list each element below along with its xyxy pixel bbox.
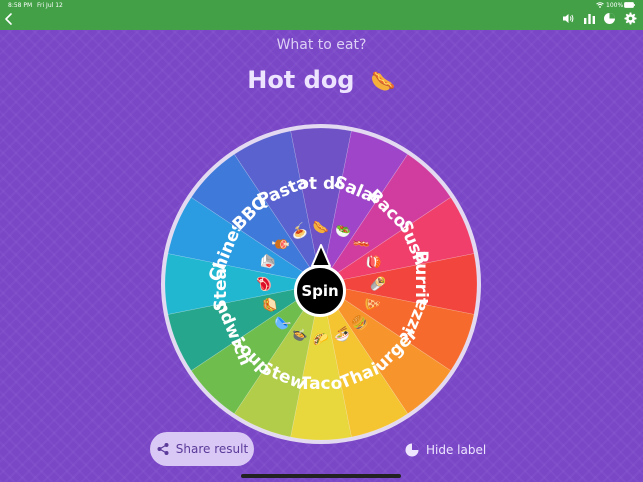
gear-icon[interactable] xyxy=(624,12,637,25)
battery-icon xyxy=(624,2,635,8)
wifi-icon xyxy=(596,2,604,8)
status-date: Fri Jul 12 xyxy=(37,2,63,9)
pie-chart-icon[interactable] xyxy=(603,12,616,25)
hide-label-button[interactable]: Hide label xyxy=(404,438,494,462)
wheel-segment-emoji: 🌭 xyxy=(313,220,329,236)
share-icon xyxy=(157,443,169,455)
battery-percent: 100% xyxy=(606,2,624,9)
top-app-bar: 8:58 PM Fri Jul 12 100% xyxy=(0,0,643,30)
speaker-icon[interactable] xyxy=(562,12,575,25)
bar-chart-icon[interactable] xyxy=(583,12,596,25)
wheel-segment-emoji: 🌯 xyxy=(370,276,386,292)
result-label: Hot dog xyxy=(247,66,355,94)
share-result-label: Share result xyxy=(175,442,249,456)
pie-chart-icon xyxy=(405,443,419,457)
wheel-segment-emoji: 🌮 xyxy=(313,332,329,348)
home-indicator xyxy=(241,474,401,478)
spin-label: Spin xyxy=(301,282,339,300)
wheel-title: What to eat? xyxy=(276,37,367,53)
result-display: Hot dog 🌭 xyxy=(0,66,643,94)
result-emoji: 🌭 xyxy=(370,69,396,93)
status-time: 8:58 PM xyxy=(8,2,33,9)
chevron-left-icon[interactable] xyxy=(3,12,15,26)
spin-button[interactable]: Spin xyxy=(294,265,346,317)
share-result-button[interactable]: Share result xyxy=(150,432,254,466)
wheel-segment-emoji: 🥩 xyxy=(257,276,273,292)
hide-label-text: Hide label xyxy=(426,443,487,457)
